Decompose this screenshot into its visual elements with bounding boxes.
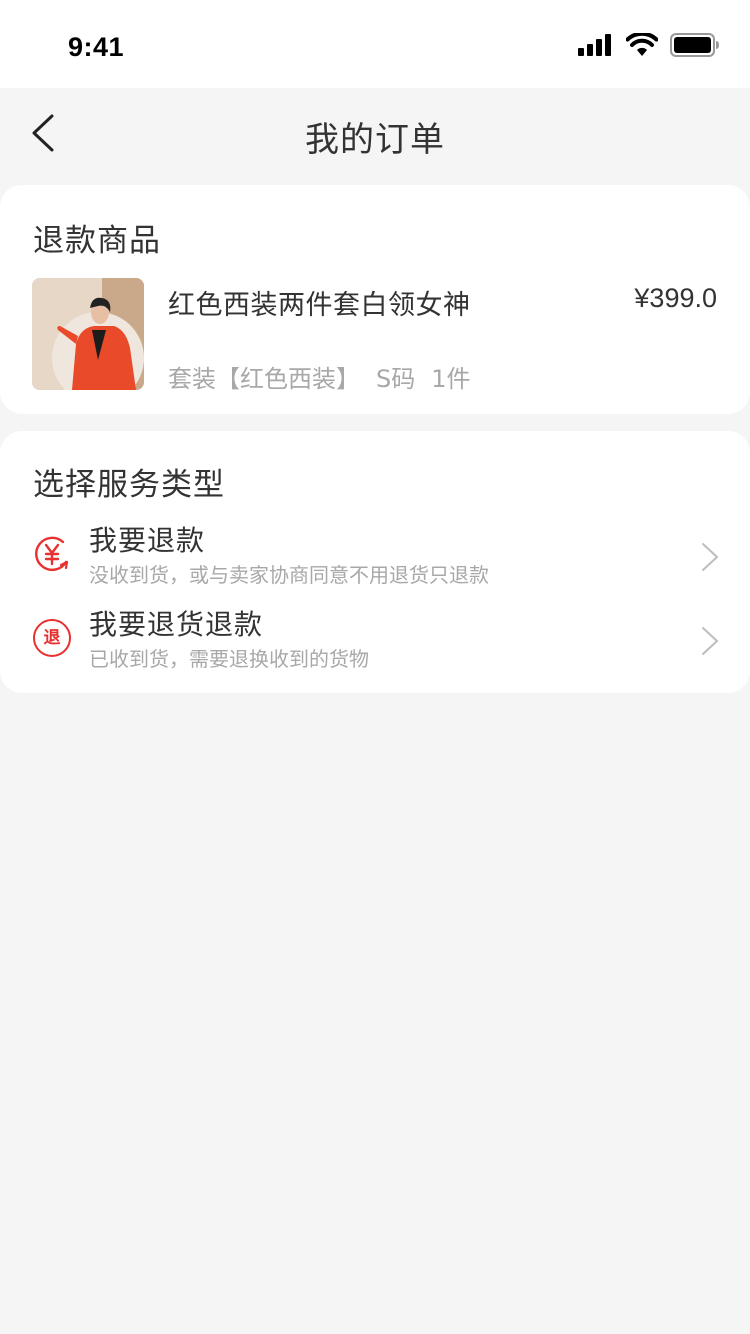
status-bar: 9:41 <box>0 0 750 88</box>
product-price: ¥399.0 <box>634 283 717 313</box>
product-quantity: 1件 <box>431 365 471 393</box>
service-type-card: 选择服务类型 我要退款 没收到货，或与卖家协商同意不用退货只退款 退 我要退货退… <box>0 431 750 693</box>
page-title: 我的订单 <box>305 120 445 160</box>
product-spec: 套装【红色西装】 S码 1件 <box>168 359 471 394</box>
product-size: S码 <box>376 365 416 393</box>
product-image[interactable] <box>32 278 144 390</box>
status-icons <box>578 33 720 57</box>
return-and-refund-title: 我要退货退款 <box>89 608 264 641</box>
service-card-title: 选择服务类型 <box>33 467 225 503</box>
signal-icon <box>578 34 611 56</box>
status-time: 9:41 <box>68 32 125 62</box>
refund-only-option[interactable]: 我要退款 没收到货，或与卖家协商同意不用退货只退款 <box>0 519 750 595</box>
nav-bar: 我的订单 <box>0 88 750 178</box>
product-name: 红色西装两件套白领女神 <box>168 290 471 321</box>
return-icon-text: 退 <box>43 627 61 648</box>
product-variant: 套装【红色西装】 <box>168 365 360 393</box>
chevron-right-icon <box>702 627 718 655</box>
refund-product-card: 退款商品 红色西装两件套白领女神 ¥399.0 套装【红色西装】 S码 1件 <box>0 185 750 414</box>
wifi-icon <box>626 33 658 56</box>
refund-only-title: 我要退款 <box>89 524 206 557</box>
chevron-right-icon <box>702 543 718 571</box>
return-and-refund-desc: 已收到货，需要退换收到的货物 <box>89 647 369 671</box>
refund-yen-icon <box>35 536 69 572</box>
return-icon: 退 <box>33 619 71 657</box>
product-photo <box>32 278 144 390</box>
return-and-refund-option[interactable]: 退 我要退货退款 已收到货，需要退换收到的货物 <box>0 603 750 679</box>
refund-only-desc: 没收到货，或与卖家协商同意不用退货只退款 <box>89 563 489 587</box>
refund-card-title: 退款商品 <box>33 223 161 259</box>
battery-icon <box>670 33 719 57</box>
